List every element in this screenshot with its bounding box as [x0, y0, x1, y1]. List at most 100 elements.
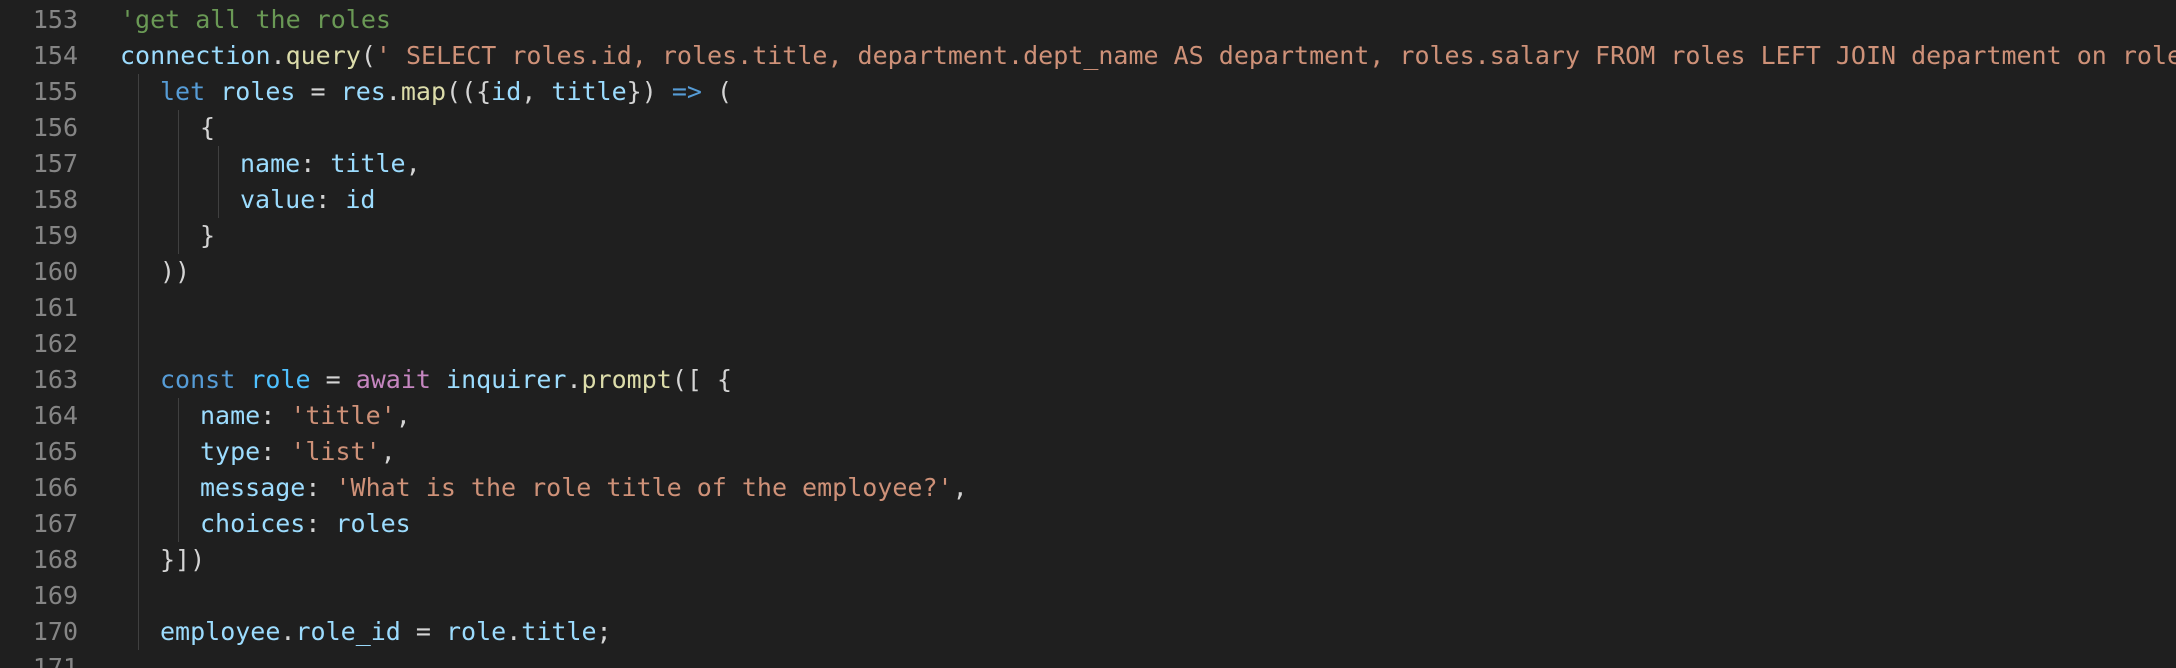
line-number: 162: [32, 329, 78, 358]
code-token: title: [330, 149, 406, 178]
code-token: ' SELECT roles.id, roles.title, departme…: [375, 41, 2176, 70]
code-token: .: [566, 365, 582, 394]
code-line[interactable]: 154 connection.query(' SELECT roles.id, r…: [0, 38, 2176, 74]
code-token: res: [340, 77, 386, 106]
code-token: map: [400, 77, 447, 106]
indent-guide: [138, 74, 139, 650]
code-line[interactable]: 168}]): [0, 542, 2176, 578]
line-number: 158: [32, 185, 78, 214]
code-line[interactable]: 156 {: [0, 110, 2176, 146]
code-text: 'get all the roles: [120, 2, 391, 38]
code-token: roles: [335, 509, 411, 538]
code-text: )): [160, 254, 190, 290]
code-line[interactable]: 155 let roles = res.map(({id, title}) => …: [0, 74, 2176, 110]
code-token: ,: [380, 437, 396, 466]
code-line[interactable]: 153 'get all the roles: [0, 2, 2176, 38]
code-token: choices: [200, 509, 306, 538]
indent-guide: [178, 110, 179, 254]
code-token: :: [260, 401, 291, 430]
code-token: (: [360, 41, 376, 70]
code-token: :: [305, 473, 336, 502]
code-token: value: [240, 185, 316, 214]
code-token: await: [355, 365, 431, 394]
code-token: .: [506, 617, 522, 646]
code-line[interactable]: 166 message: 'What is the role title of t…: [0, 470, 2176, 506]
code-line[interactable]: 160)): [0, 254, 2176, 290]
line-number: 161: [32, 293, 78, 322]
code-token: title: [521, 617, 597, 646]
code-token: id: [491, 77, 522, 106]
code-token: message: [200, 473, 306, 502]
code-line[interactable]: 169: [0, 578, 2176, 614]
code-token: ,: [521, 77, 552, 106]
code-token: }]): [160, 545, 206, 574]
code-token: id: [345, 185, 376, 214]
code-text: type: 'list',: [200, 434, 396, 470]
code-line[interactable]: 161: [0, 290, 2176, 326]
code-token: }): [626, 77, 672, 106]
line-number: 166: [32, 473, 78, 502]
code-token: ,: [952, 473, 968, 502]
code-token: role: [446, 617, 507, 646]
code-token: =: [310, 365, 356, 394]
line-number: 170: [32, 617, 78, 646]
code-text: {: [200, 110, 215, 146]
code-token: 'list': [290, 437, 381, 466]
code-token: prompt: [581, 365, 672, 394]
code-token: const: [160, 365, 236, 394]
line-number: 160: [32, 257, 78, 286]
code-token: =: [295, 77, 341, 106]
code-text: let roles = res.map(({id, title}) => (: [160, 74, 732, 110]
code-token: .: [280, 617, 296, 646]
code-text: message: 'What is the role title of the …: [200, 470, 968, 506]
code-text: connection.query(' SELECT roles.id, role…: [120, 38, 2176, 74]
line-number: 171: [32, 653, 78, 668]
code-text: choices: roles: [200, 506, 411, 542]
code-token: (({: [446, 77, 492, 106]
code-line[interactable]: 162: [0, 326, 2176, 362]
line-number: 155: [32, 77, 78, 106]
code-line[interactable]: 158 value: id: [0, 182, 2176, 218]
code-text: }: [200, 218, 215, 254]
code-line[interactable]: 171: [0, 650, 2176, 668]
line-number: 153: [32, 5, 78, 34]
indent-guide: [178, 398, 179, 542]
code-editor[interactable]: 153 'get all the roles 154 connection.query…: [0, 0, 2176, 668]
code-token: role: [250, 365, 311, 394]
code-token: 'get all the roles: [120, 5, 391, 34]
code-token: ;: [596, 617, 612, 646]
code-token: :: [260, 437, 291, 466]
code-line[interactable]: 167 choices: roles: [0, 506, 2176, 542]
line-number: 169: [32, 581, 78, 610]
code-line[interactable]: 165 type: 'list',: [0, 434, 2176, 470]
line-number: 154: [32, 41, 78, 70]
code-line[interactable]: 164 name: 'title',: [0, 398, 2176, 434]
code-text: }]): [160, 542, 205, 578]
code-line[interactable]: 159}: [0, 218, 2176, 254]
code-token: type: [200, 437, 261, 466]
code-token: :: [315, 185, 346, 214]
code-text: name: title,: [240, 146, 421, 182]
code-line[interactable]: 157 name: title,: [0, 146, 2176, 182]
line-number: 165: [32, 437, 78, 466]
code-token: name: [200, 401, 261, 430]
line-number: 157: [32, 149, 78, 178]
code-token: let: [160, 77, 206, 106]
code-token: =>: [671, 77, 702, 106]
code-line[interactable]: 163 const role = await inquirer.prompt([ …: [0, 362, 2176, 398]
code-line[interactable]: 170 employee.role_id = role.title;: [0, 614, 2176, 650]
line-number: 168: [32, 545, 78, 574]
code-token: =: [400, 617, 446, 646]
code-token: )): [160, 257, 191, 286]
code-token: role_id: [295, 617, 401, 646]
code-token: :: [305, 509, 336, 538]
code-token: (: [701, 77, 733, 106]
code-token: :: [300, 149, 331, 178]
line-number: 156: [32, 113, 78, 142]
line-number: 159: [32, 221, 78, 250]
line-number: 163: [32, 365, 78, 394]
code-token: title: [551, 77, 627, 106]
code-token: name: [240, 149, 301, 178]
code-token: connection: [120, 41, 271, 70]
